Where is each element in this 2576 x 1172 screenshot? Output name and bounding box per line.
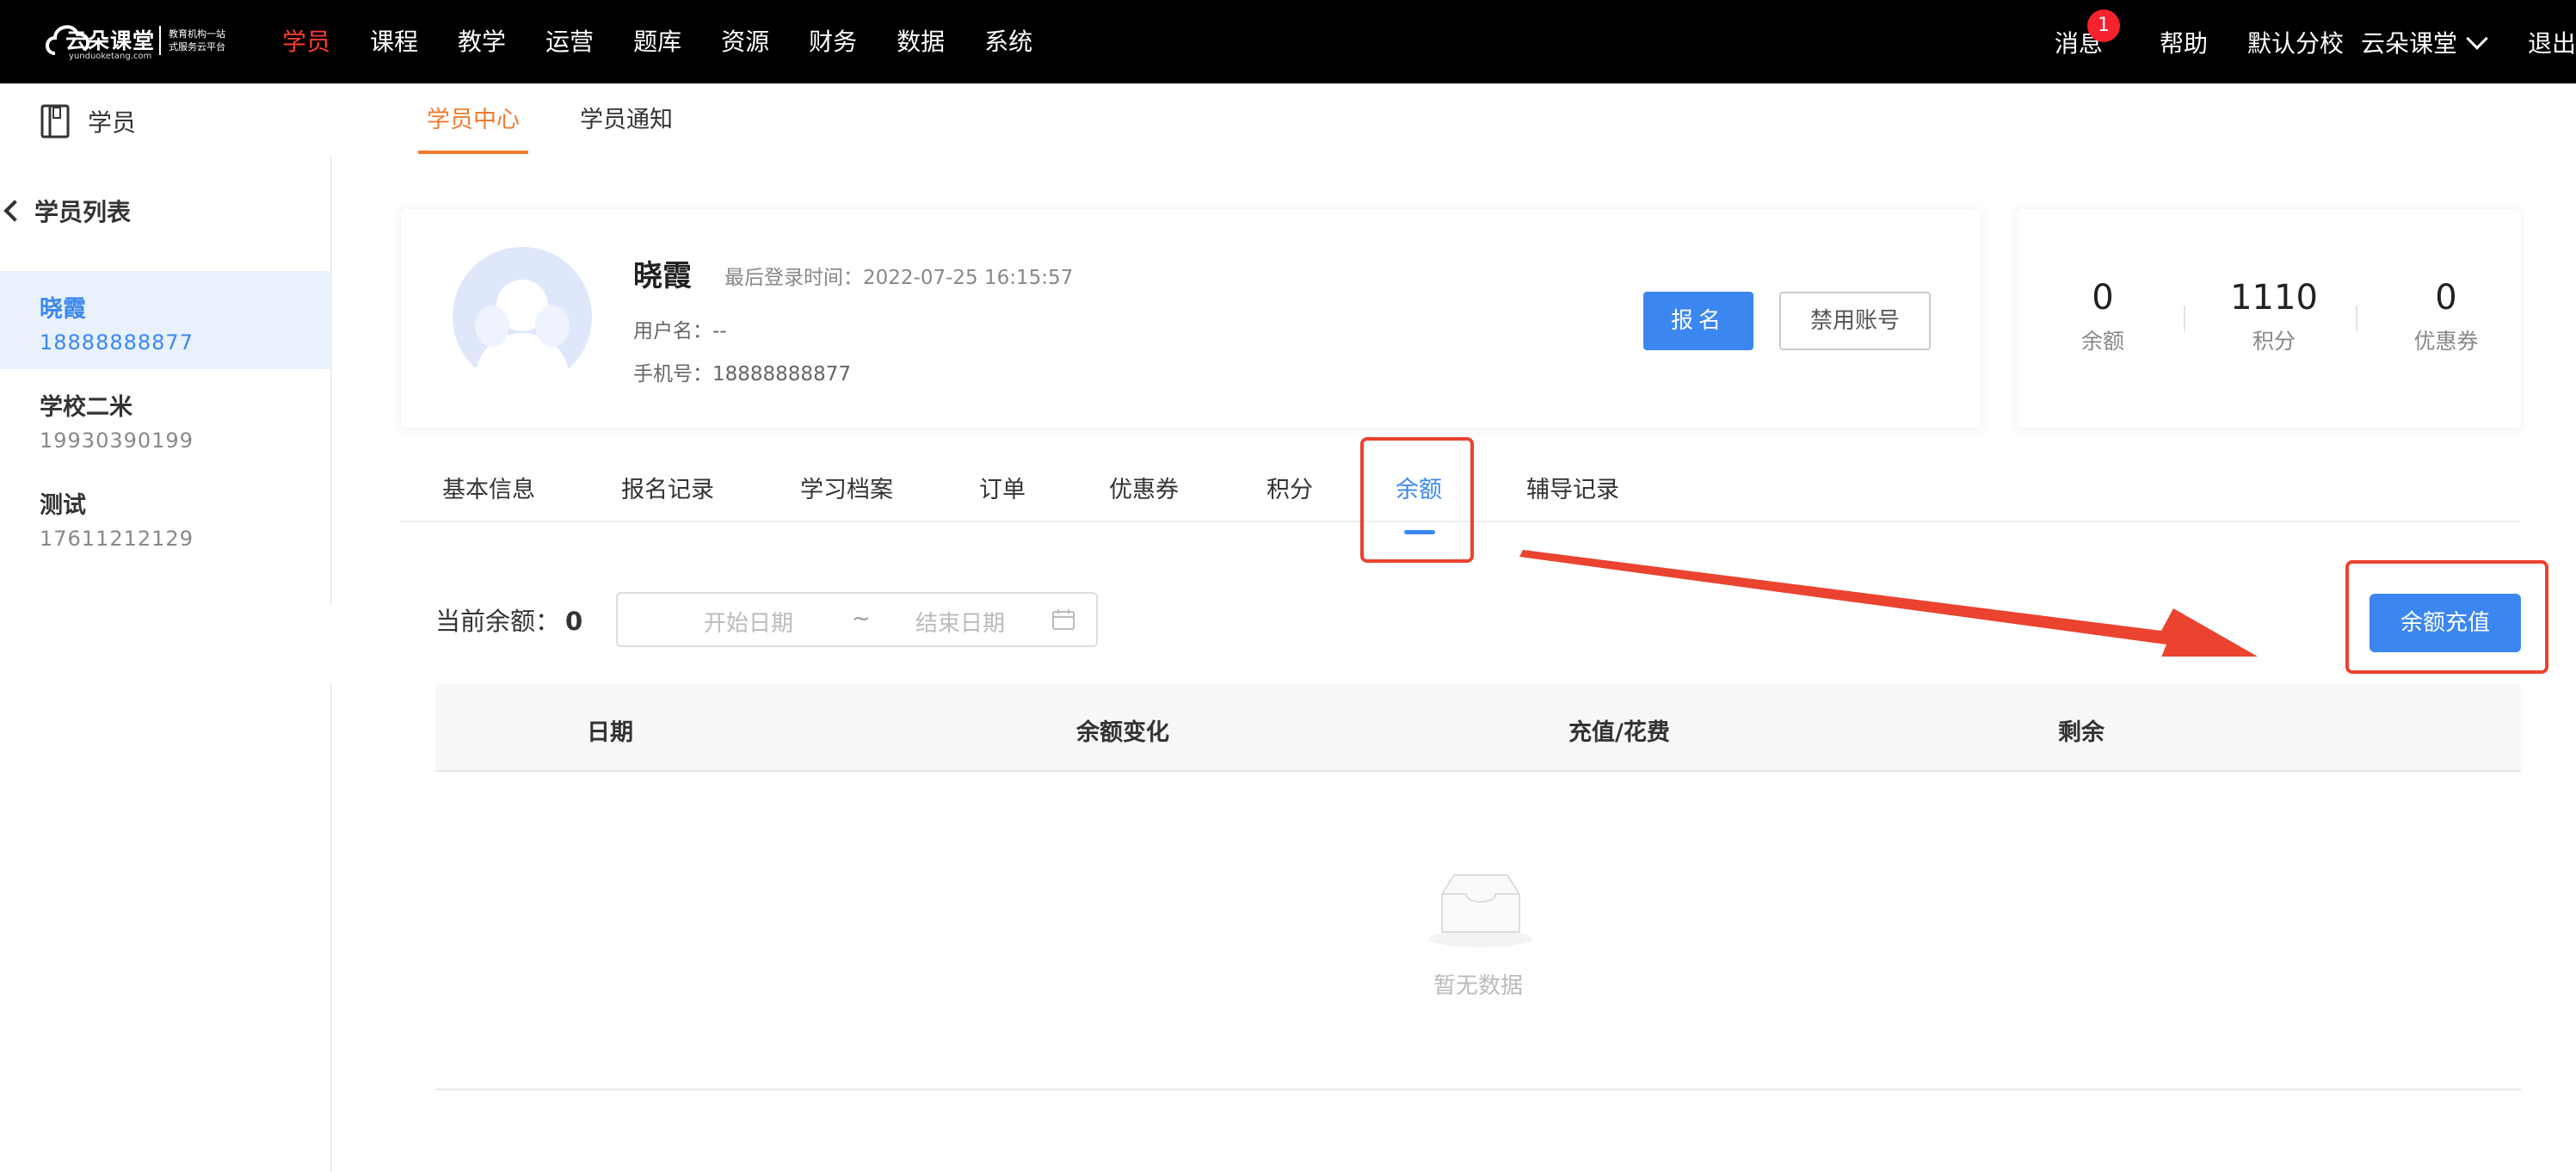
brand-slogan: 教育机构一站 式服务云平台 <box>169 28 225 52</box>
stat-balance[interactable]: 0 余额 <box>2034 278 2172 355</box>
module-title: 学员 <box>40 104 136 139</box>
stat-points[interactable]: 1110 积分 <box>2205 278 2343 355</box>
stat-divider <box>2184 305 2185 331</box>
student-name-heading: 晓霞 <box>633 259 692 293</box>
brand-domain: yunduoketang.com <box>69 52 152 61</box>
tab-basic-info[interactable]: 基本信息 <box>442 471 535 504</box>
student-phone: 18888888877 <box>40 330 194 355</box>
nav-teaching[interactable]: 教学 <box>458 0 506 83</box>
annotation-arrow-icon <box>1519 550 2258 657</box>
chevron-down-icon <box>2466 27 2488 50</box>
last-login-time: 最后登录时间：2022-07-25 16:15:57 <box>724 267 1074 289</box>
student-list-item[interactable]: 测试 17611212129 <box>0 467 330 565</box>
nav-finance[interactable]: 财务 <box>809 0 857 83</box>
nav-operations[interactable]: 运营 <box>545 0 594 83</box>
stat-coupons[interactable]: 0 优惠券 <box>2377 278 2515 355</box>
table-empty-state: 暂无数据 <box>435 774 2521 1090</box>
sub-tabs: 学员中心 学员通知 <box>418 83 724 157</box>
campus-selector[interactable]: 默认分校 <box>2247 25 2344 59</box>
student-name: 测试 <box>40 492 86 519</box>
logo-divider <box>159 26 161 55</box>
tab-student-center[interactable]: 学员中心 <box>418 83 528 157</box>
tab-tutoring-records[interactable]: 辅导记录 <box>1526 471 1619 504</box>
back-to-student-list[interactable]: 学员列表 <box>3 194 131 228</box>
messages-link[interactable]: 消息 1 <box>2055 9 2120 59</box>
student-name: 学校二米 <box>40 394 132 421</box>
tab-orders[interactable]: 订单 <box>979 471 1026 504</box>
logout-link[interactable]: 退出 <box>2528 25 2576 59</box>
date-range-picker[interactable]: 开始日期 ~ 结束日期 <box>616 592 1098 647</box>
student-name: 晓霞 <box>40 296 86 323</box>
start-date-input[interactable]: 开始日期 <box>704 606 793 638</box>
student-sidebar: 学员列表 晓霞 18888888877 学校二米 19930390199 测试 … <box>0 157 332 1172</box>
column-balance-change: 余额变化 <box>1076 719 1169 746</box>
nav-resources[interactable]: 资源 <box>721 0 769 83</box>
student-list-item[interactable]: 学校二米 19930390199 <box>0 369 330 467</box>
calendar-icon <box>1052 609 1075 630</box>
nav-courses[interactable]: 课程 <box>370 0 418 83</box>
end-date-input[interactable]: 结束日期 <box>915 606 1005 638</box>
username-row: 用户名：-- <box>633 320 727 342</box>
disable-account-button[interactable]: 禁用账号 <box>1779 292 1931 350</box>
student-list-item[interactable]: 晓霞 18888888877 <box>0 271 330 369</box>
stats-card: 0 余额 1110 积分 0 优惠券 <box>2017 209 2521 428</box>
tab-enroll-records[interactable]: 报名记录 <box>621 471 714 504</box>
column-recharge-spend: 充值/花费 <box>1568 719 1670 746</box>
brand-logo[interactable]: 云朵课堂 yunduoketang.com 教育机构一站 式服务云平台 <box>43 14 241 67</box>
annotation-highlight-recharge-button <box>2345 560 2548 674</box>
annotation-highlight-balance-tab <box>1360 437 1474 563</box>
tab-coupons[interactable]: 优惠券 <box>1109 471 1179 504</box>
student-phone: 19930390199 <box>40 429 194 453</box>
empty-inbox-icon <box>1429 874 1532 947</box>
student-list: 晓霞 18888888877 学校二米 19930390199 测试 17611… <box>0 271 330 565</box>
sub-header: 学员 学员中心 学员通知 <box>0 83 2576 157</box>
main-content: 晓霞 最后登录时间：2022-07-25 16:15:57 用户名：-- 手机号… <box>332 157 2576 1172</box>
chevron-left-icon <box>3 200 26 222</box>
book-icon <box>40 104 70 139</box>
tab-points[interactable]: 积分 <box>1266 471 1313 504</box>
column-date: 日期 <box>587 719 633 746</box>
org-dropdown[interactable]: 云朵课堂 <box>2361 25 2488 59</box>
phone-row: 手机号：18888888877 <box>633 363 851 386</box>
nav-data[interactable]: 数据 <box>897 0 945 83</box>
top-right-menu: 消息 1 帮助 默认分校 云朵课堂 退出 <box>2055 0 2576 83</box>
stat-divider <box>2356 305 2357 331</box>
column-remaining: 剩余 <box>2058 719 2105 746</box>
nav-system[interactable]: 系统 <box>984 0 1032 83</box>
empty-text: 暂无数据 <box>1433 973 1523 999</box>
tab-student-notice[interactable]: 学员通知 <box>571 83 681 157</box>
message-count-badge: 1 <box>2086 9 2120 42</box>
enroll-button[interactable]: 报名 <box>1643 292 1753 350</box>
main-nav: 学员 课程 教学 运营 题库 资源 财务 数据 系统 <box>282 0 1072 83</box>
tab-study-archive[interactable]: 学习档案 <box>800 471 893 504</box>
student-phone: 17611212129 <box>40 527 194 551</box>
user-avatar-icon <box>453 247 592 386</box>
nav-question-bank[interactable]: 题库 <box>633 0 681 83</box>
help-link[interactable]: 帮助 <box>2160 25 2208 59</box>
current-balance: 当前余额： 0 <box>435 607 583 636</box>
nav-students[interactable]: 学员 <box>282 0 330 83</box>
avatar <box>453 247 592 386</box>
profile-card: 晓霞 最后登录时间：2022-07-25 16:15:57 用户名：-- 手机号… <box>401 209 1981 428</box>
top-navbar: 云朵课堂 yunduoketang.com 教育机构一站 式服务云平台 学员 课… <box>0 0 2576 83</box>
date-separator: ~ <box>852 606 871 632</box>
table-header: 日期 余额变化 充值/花费 剩余 <box>435 684 2521 772</box>
brand-name: 云朵课堂 <box>65 28 156 53</box>
